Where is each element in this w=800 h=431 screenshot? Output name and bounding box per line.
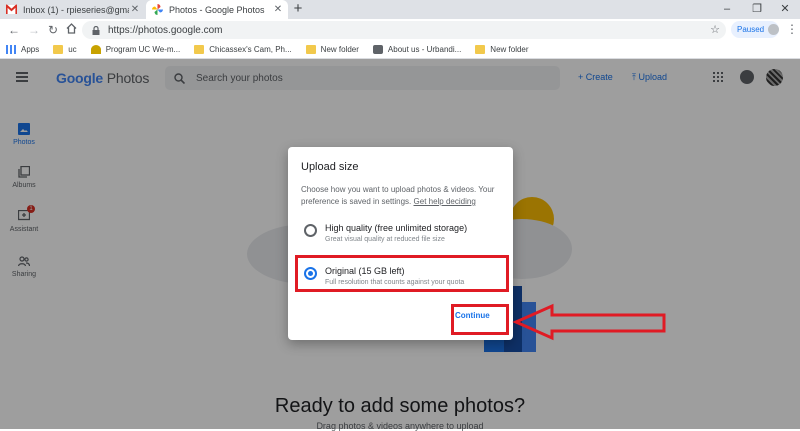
bookmark-apps[interactable]: Apps <box>6 45 39 54</box>
bookmark-label: Chicassex's Cam, Ph... <box>209 45 292 54</box>
bookmark-star-icon[interactable]: ☆ <box>710 23 720 36</box>
gmail-icon <box>5 4 18 15</box>
folder-icon <box>53 45 64 54</box>
profile-paused-button[interactable]: Paused <box>731 21 779 38</box>
tab-title: Inbox (1) - rpieseries@gmail.com <box>23 4 129 15</box>
bookmark-program-uc[interactable]: Program UC We-m... <box>90 45 181 54</box>
paused-label: Paused <box>737 25 765 34</box>
address-text: https://photos.google.com <box>108 24 223 36</box>
folder-icon <box>305 45 316 54</box>
profile-avatar <box>768 24 779 35</box>
bookmarks-bar: Apps uc Program UC We-m... Chicassex's C… <box>0 41 800 59</box>
bookmark-icon <box>372 45 383 54</box>
bookmark-chicassex[interactable]: Chicassex's Cam, Ph... <box>194 45 292 54</box>
browser-tabstrip: Inbox (1) - rpieseries@gmail.com ✕ Photo… <box>0 0 800 19</box>
bookmark-label: New folder <box>490 45 529 54</box>
tab-title: Photos - Google Photos <box>169 4 265 15</box>
more-menu-icon[interactable]: ⋮ <box>786 22 798 36</box>
close-tab-icon[interactable]: ✕ <box>272 4 284 15</box>
annotation-box-original <box>295 255 509 292</box>
bookmark-new-folder[interactable]: New folder <box>305 45 359 54</box>
close-window-button[interactable]: ✕ <box>770 0 800 19</box>
option-sublabel: Great visual quality at reduced file siz… <box>325 236 445 243</box>
forward-arrow-icon[interactable]: → <box>26 22 42 38</box>
address-bar[interactable]: https://photos.google.com ☆ <box>82 21 726 39</box>
dialog-title: Upload size <box>301 161 359 173</box>
help-link[interactable]: Get help deciding <box>414 197 476 206</box>
tab-gmail[interactable]: Inbox (1) - rpieseries@gmail.com ✕ <box>0 0 145 19</box>
folder-icon <box>194 45 205 54</box>
home-icon[interactable] <box>63 22 79 38</box>
option-label: High quality (free unlimited storage) <box>325 223 468 233</box>
new-tab-button[interactable]: + <box>290 1 306 17</box>
back-arrow-icon[interactable]: ← <box>6 22 22 38</box>
bookmark-label: uc <box>68 45 77 54</box>
restore-button[interactable]: ❐ <box>742 0 772 19</box>
apps-grid-icon <box>6 45 16 54</box>
dialog-description: Choose how you want to upload photos & v… <box>301 184 501 208</box>
bookmark-new-folder-2[interactable]: New folder <box>475 45 529 54</box>
lock-icon <box>92 25 100 35</box>
reload-icon[interactable]: ↻ <box>45 22 61 38</box>
tab-google-photos[interactable]: Photos - Google Photos ✕ <box>146 0 288 19</box>
close-tab-icon[interactable]: ✕ <box>129 4 141 15</box>
bookmark-label: About us - Urbandi... <box>387 45 462 54</box>
annotation-arrow-icon <box>512 303 666 341</box>
bookmark-icon <box>90 45 101 54</box>
minimize-button[interactable]: – <box>712 0 742 19</box>
annotation-box-continue <box>451 304 509 335</box>
bookmark-about-us[interactable]: About us - Urbandi... <box>372 45 462 54</box>
folder-icon <box>475 45 486 54</box>
bookmark-label: Apps <box>21 45 40 54</box>
browser-toolbar: ← → ↻ https://photos.google.com ☆ Paused… <box>0 19 800 41</box>
bookmark-label: New folder <box>320 45 359 54</box>
google-photos-icon <box>152 4 163 15</box>
bookmark-uc[interactable]: uc <box>53 45 77 54</box>
bookmark-label: Program UC We-m... <box>105 45 181 54</box>
radio-high-quality[interactable] <box>304 224 317 237</box>
